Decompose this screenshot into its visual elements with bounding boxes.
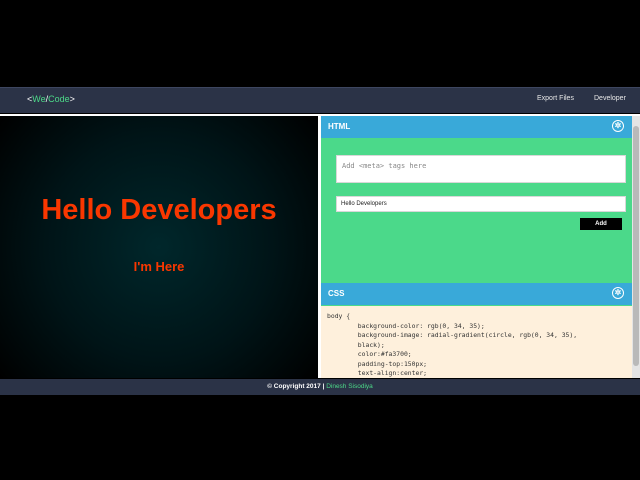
preview-subheading: I'm Here [133,259,185,274]
preview-heading: Hello Developers [41,194,277,226]
preview-pane: Hello Developers I'm Here [0,116,318,378]
brand-logo[interactable]: <We/Code> [27,94,75,104]
copyright-text: © Copyright 2017 | [267,383,327,390]
html-panel-title: HTML [328,122,351,131]
css-panel-header[interactable]: CSS ✲ [321,283,632,305]
html-text-input[interactable]: Hello Developers [336,196,626,212]
developer-link[interactable]: Developer [594,95,626,102]
author-link[interactable]: Dinesh Sisodiya [326,383,373,390]
export-files-link[interactable]: Export Files [537,95,574,102]
css-panel-title: CSS [328,289,345,298]
footer: © Copyright 2017 | Dinesh Sisodiya [0,379,640,395]
top-navbar: <We/Code> Export Files Developer [0,87,640,113]
html-panel-header[interactable]: HTML ✲ [321,116,632,138]
gear-icon[interactable]: ✲ [612,287,624,299]
meta-tags-input[interactable]: Add <meta> tags here [336,155,626,183]
gear-icon[interactable]: ✲ [612,120,624,132]
css-code-editor[interactable]: body { background-color: rgb(0, 34, 35);… [321,306,632,378]
scrollbar-thumb[interactable] [633,126,639,366]
add-button[interactable]: Add [580,218,622,230]
